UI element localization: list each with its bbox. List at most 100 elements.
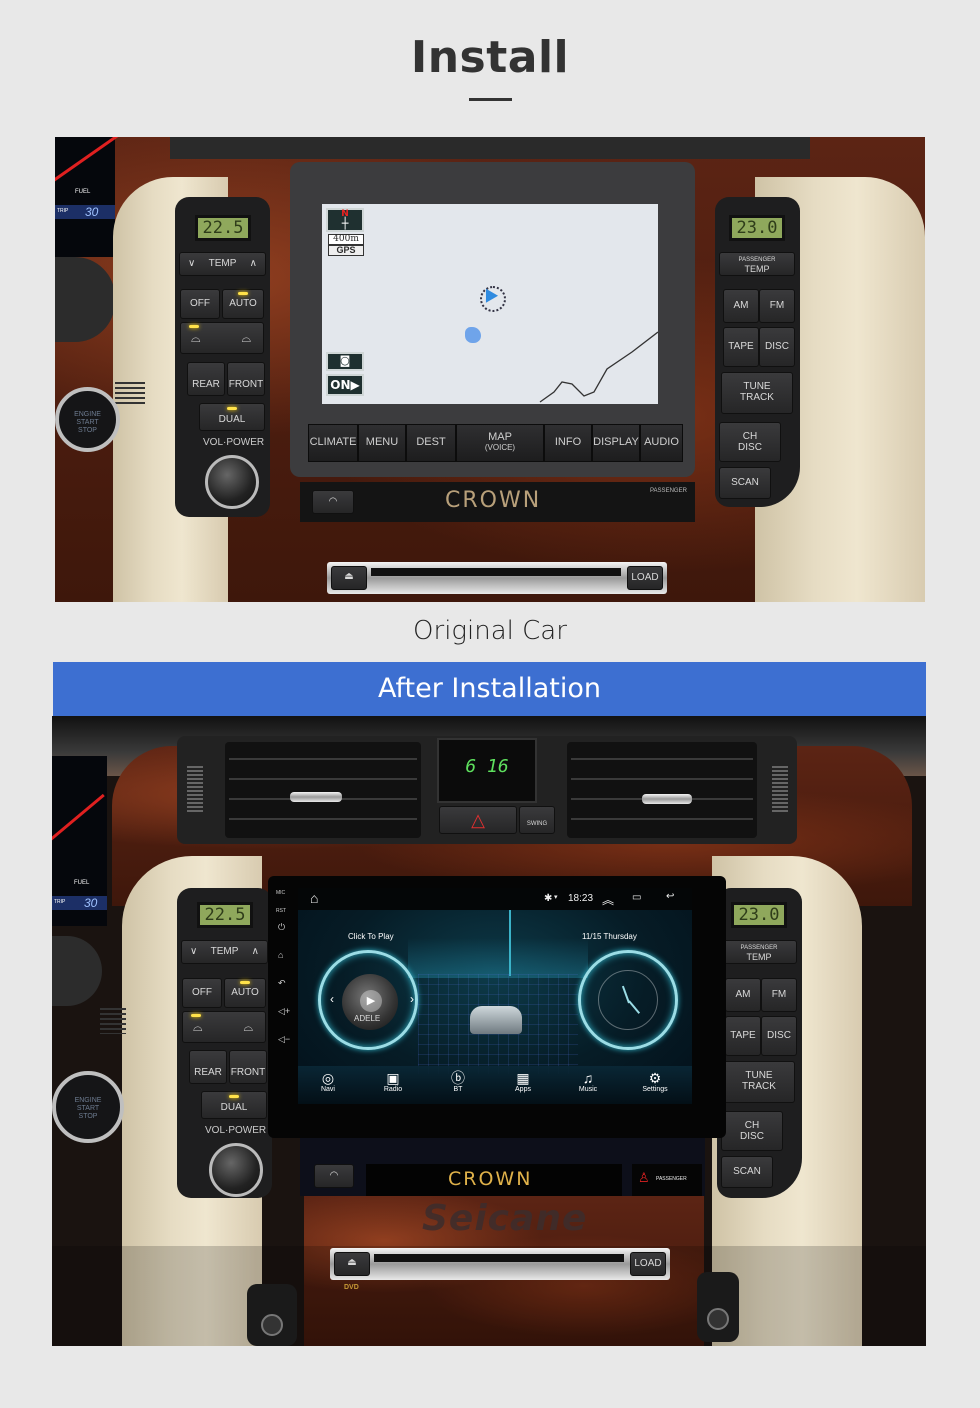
left-air-vent[interactable] [225, 742, 421, 838]
track-label: TRACK [740, 392, 774, 403]
scan-button[interactable]: SCAN [719, 467, 771, 499]
engine-label: ENGINE [74, 1097, 102, 1104]
temp-label: TEMP [746, 952, 772, 962]
disc-button[interactable]: DISC [761, 1016, 797, 1056]
windshield-icon: ◠ [328, 496, 338, 507]
app-radio[interactable]: ▣ Radio [363, 1070, 423, 1093]
load-button[interactable]: LOAD [630, 1252, 666, 1276]
crown-strip: ◠ CROWN PASSENGER [300, 482, 695, 522]
expand-icon[interactable]: ︽ [602, 891, 614, 908]
on-button[interactable]: ON▶ [326, 374, 364, 396]
load-button[interactable]: LOAD [627, 566, 663, 590]
passenger-temp-display: 23.0 [731, 902, 787, 928]
ch-disc-rocker[interactable]: CH DISC [719, 422, 781, 462]
temp-rocker[interactable]: ∨ TEMP ∧ [181, 940, 268, 964]
tape-button[interactable]: TAPE [723, 327, 759, 367]
left-seat-heater-switch[interactable] [247, 1284, 297, 1346]
eject-button[interactable]: ⏏ [334, 1252, 370, 1276]
gauge-needle [55, 137, 119, 183]
passenger-temp-rocker[interactable]: PASSENGER TEMP [721, 940, 797, 964]
return-icon[interactable]: ↩ [666, 891, 674, 902]
app-bt[interactable]: ⓑ BT [428, 1070, 488, 1093]
trip-value: 30 [84, 896, 98, 910]
right-vent-tab[interactable] [642, 794, 692, 804]
next-track-icon[interactable]: › [410, 992, 414, 1006]
map-view-icon: ◙ [339, 354, 351, 367]
am-button[interactable]: AM [723, 289, 759, 323]
passenger-temp-rocker[interactable]: PASSENGER TEMP [719, 252, 795, 276]
rear-defrost-button[interactable]: REAR [189, 1050, 227, 1084]
right-seat-heater-knob[interactable] [707, 1308, 729, 1330]
status-time: 18:23 [568, 893, 594, 904]
fan-off-button[interactable]: OFF [182, 978, 222, 1008]
fresh-air-icon: ⌓ [241, 331, 252, 345]
hazard-button[interactable]: △ [439, 806, 517, 834]
android-head-unit: MIC RST ⏻ ⌂ ↶ ◁+ ◁− ⌂ ✱ ▾ 18:23 ︽ ▭ ↩ Cl… [268, 876, 726, 1138]
recent-apps-icon[interactable]: ▭ [632, 892, 641, 903]
recirc-icon: ⌓ [191, 331, 201, 345]
am-button[interactable]: AM [725, 978, 761, 1012]
front-defrost-button[interactable]: FRONT [229, 1050, 267, 1084]
hazard-icon: △ [471, 810, 485, 830]
previous-track-icon[interactable]: ‹ [330, 992, 334, 1006]
climate-key[interactable]: CLIMATE [308, 424, 358, 462]
scan-button[interactable]: SCAN [721, 1156, 773, 1188]
volume-down-icon[interactable]: ◁− [278, 1034, 290, 1045]
menu-key[interactable]: MENU [358, 424, 406, 462]
disc-label: DISC [738, 442, 762, 453]
temp-rocker[interactable]: ∨ TEMP ∧ [179, 252, 266, 276]
engine-start-button[interactable]: ENGINE START STOP [52, 1071, 124, 1143]
tune-track-rocker[interactable]: TUNE TRACK [723, 1061, 795, 1103]
audio-key[interactable]: AUDIO [640, 424, 683, 462]
album-art[interactable]: ▶ ADELE [342, 974, 398, 1030]
display-key[interactable]: DISPLAY [592, 424, 640, 462]
ch-disc-rocker[interactable]: CH DISC [721, 1111, 783, 1151]
info-key[interactable]: INFO [544, 424, 592, 462]
volume-up-icon[interactable]: ◁+ [278, 1006, 290, 1017]
app-settings[interactable]: ⚙ Settings [625, 1070, 685, 1093]
left-seat-heater-knob[interactable] [261, 1314, 283, 1336]
home-outline-icon[interactable]: ⌂ [310, 890, 318, 906]
power-icon[interactable]: ⏻ [278, 922, 285, 933]
dest-key[interactable]: DEST [406, 424, 456, 462]
map-view-button[interactable]: ◙ [326, 352, 364, 371]
fan-off-button[interactable]: OFF [180, 289, 220, 319]
back-icon[interactable]: ↶ [278, 978, 286, 989]
seicane-watermark: Seicane [422, 1198, 588, 1239]
passenger-label: PASSENGER [740, 945, 778, 951]
off-label: OFF [190, 298, 210, 309]
app-apps[interactable]: ▦ Apps [493, 1070, 553, 1093]
home-icon[interactable]: ⌂ [278, 950, 283, 960]
left-vent-tab[interactable] [290, 792, 342, 802]
app-music[interactable]: ♫ Music [558, 1070, 618, 1093]
vol-power-label: VOL·POWER [205, 1125, 267, 1136]
wiper-button[interactable]: ◠ [314, 1164, 354, 1188]
front-defrost-button[interactable]: FRONT [227, 362, 265, 396]
app-navi[interactable]: ◎ Navi [298, 1070, 358, 1093]
wiper-button[interactable]: ◠ [312, 490, 354, 514]
volume-knob[interactable] [205, 455, 259, 509]
vol-power-label: VOL·POWER [203, 437, 265, 448]
original-car-photo: FUEL TRIP 30 ENGINE START STOP 22.5 ∨ TEM… [55, 137, 925, 602]
tape-button[interactable]: TAPE [725, 1016, 761, 1056]
map-voice-key[interactable]: MAP (VOICE) [456, 424, 544, 462]
eject-icon: ⏏ [347, 1257, 357, 1268]
analog-clock [598, 970, 658, 1030]
play-icon[interactable]: ▶ [360, 990, 382, 1012]
tune-track-rocker[interactable]: TUNE TRACK [721, 372, 793, 414]
rear-defrost-button[interactable]: REAR [187, 362, 225, 396]
right-seat-heater-switch[interactable] [697, 1272, 739, 1342]
disc-button[interactable]: DISC [759, 327, 795, 367]
left-vent-wheel[interactable] [187, 766, 203, 814]
fm-button[interactable]: FM [759, 289, 795, 323]
volume-knob[interactable] [209, 1143, 263, 1197]
engine-start-button[interactable]: ENGINE START STOP [55, 387, 120, 452]
fuel-label: FUEL [75, 189, 91, 195]
swing-button[interactable]: SWING [519, 806, 555, 834]
fm-button[interactable]: FM [761, 978, 797, 1012]
right-vent-wheel[interactable] [772, 766, 788, 814]
recirc-led [191, 1014, 201, 1017]
eject-button[interactable]: ⏏ [331, 566, 367, 590]
right-air-vent[interactable] [567, 742, 757, 838]
page-title: Install [410, 32, 570, 83]
